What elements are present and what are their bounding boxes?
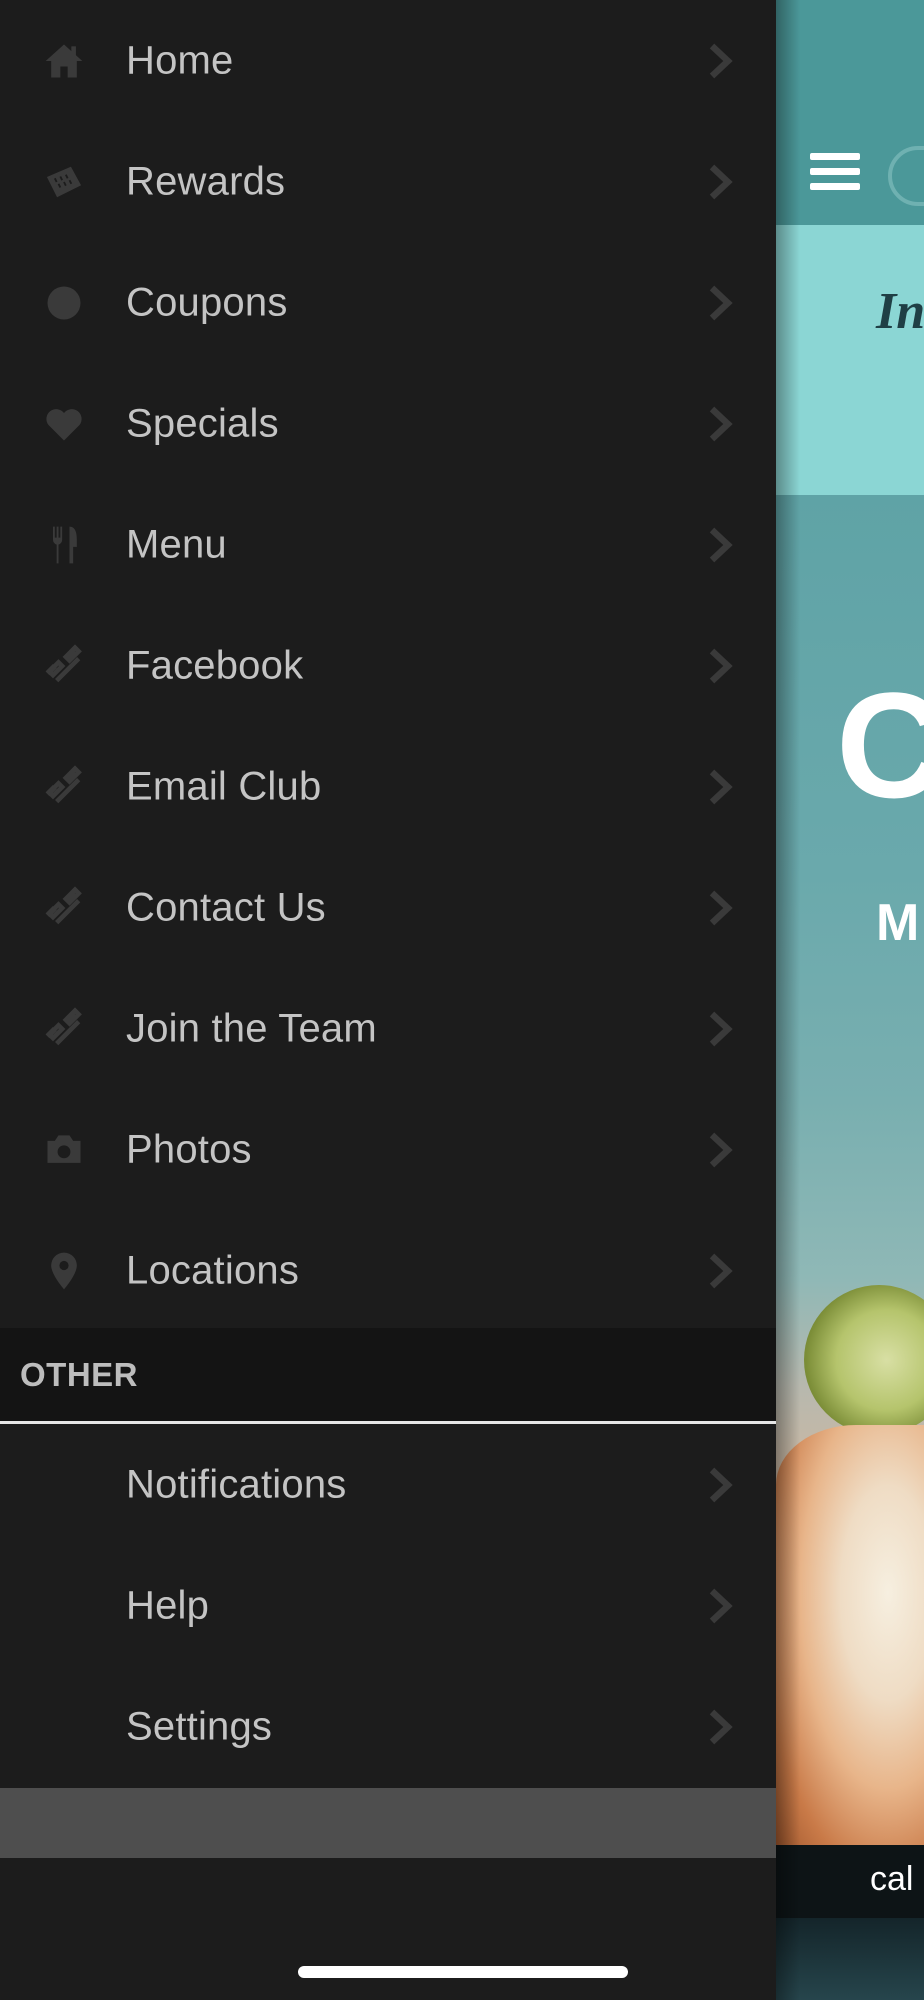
menu-item-notifications[interactable]: Notifications <box>0 1424 776 1545</box>
menu-item-contact-us[interactable]: Contact Us <box>0 847 776 968</box>
menu-item-label: Specials <box>126 401 279 445</box>
heart-icon <box>40 400 88 448</box>
menu-item-specials[interactable]: Specials <box>0 363 776 484</box>
menu-item-label: Contact Us <box>126 885 326 929</box>
chevron-right-icon <box>708 164 736 200</box>
chevron-right-icon <box>708 1588 736 1624</box>
hero-subtitle: M <box>876 894 920 952</box>
menu-item-help[interactable]: Help <box>0 1545 776 1666</box>
drawer-footer-band <box>0 1788 776 1858</box>
menu-item-rewards[interactable]: Rewards <box>0 121 776 242</box>
menu-item-coupons[interactable]: Coupons <box>0 242 776 363</box>
menu-item-label: Menu <box>126 522 227 566</box>
chevron-right-icon <box>708 1709 736 1745</box>
menu-item-facebook[interactable]: Facebook <box>0 605 776 726</box>
menu-item-label: Home <box>126 38 234 82</box>
menu-item-settings[interactable]: Settings <box>0 1666 776 1787</box>
chevron-right-icon <box>708 1011 736 1047</box>
map-pin-icon <box>40 1247 88 1295</box>
home-indicator[interactable] <box>298 1966 628 1978</box>
circle-icon <box>40 279 88 327</box>
footer-text: cal <box>870 1860 914 1898</box>
link-icon <box>40 642 88 690</box>
ticket-icon <box>40 158 88 206</box>
chevron-right-icon <box>708 43 736 79</box>
camera-icon <box>40 1126 88 1174</box>
avocado-image <box>804 1285 924 1435</box>
chevron-right-icon <box>708 406 736 442</box>
chevron-right-icon <box>708 648 736 684</box>
menu-item-email-club[interactable]: Email Club <box>0 726 776 847</box>
menu-item-label: Help <box>126 1583 210 1627</box>
menu-item-join-the-team[interactable]: Join the Team <box>0 968 776 1089</box>
chevron-right-icon <box>708 1253 736 1289</box>
menu-item-label: Join the Team <box>126 1006 377 1050</box>
chevron-right-icon <box>708 527 736 563</box>
menu-item-locations[interactable]: Locations <box>0 1210 776 1331</box>
hero-title: C <box>836 661 924 829</box>
banner-text: In <box>876 283 924 340</box>
menu-item-label: Settings <box>126 1704 273 1748</box>
drawer-shadow <box>776 0 800 2000</box>
menu-item-home[interactable]: Home <box>0 0 776 121</box>
menu-item-label: Email Club <box>126 764 322 808</box>
link-icon <box>40 884 88 932</box>
home-icon <box>40 37 88 85</box>
chevron-right-icon <box>708 769 736 805</box>
menu-item-photos[interactable]: Photos <box>0 1089 776 1210</box>
chevron-right-icon <box>708 1467 736 1503</box>
menu-item-label: Photos <box>126 1127 252 1171</box>
chevron-right-icon <box>708 1132 736 1168</box>
menu-item-label: Notifications <box>126 1462 347 1506</box>
navigation-drawer: Home Rewards Coupons Specials Menu Faceb… <box>0 0 776 2000</box>
link-icon <box>40 1005 88 1053</box>
menu-item-label: Coupons <box>126 280 288 324</box>
fork-knife-icon <box>40 521 88 569</box>
chevron-right-icon <box>708 890 736 926</box>
menu-item-menu[interactable]: Menu <box>0 484 776 605</box>
menu-item-label: Facebook <box>126 643 304 687</box>
menu-item-label: Locations <box>126 1248 300 1292</box>
chevron-right-icon <box>708 285 736 321</box>
section-header-label: OTHER <box>20 1355 138 1393</box>
link-icon <box>40 763 88 811</box>
menu-item-label: Rewards <box>126 159 286 203</box>
section-header-other: OTHER <box>0 1328 776 1424</box>
